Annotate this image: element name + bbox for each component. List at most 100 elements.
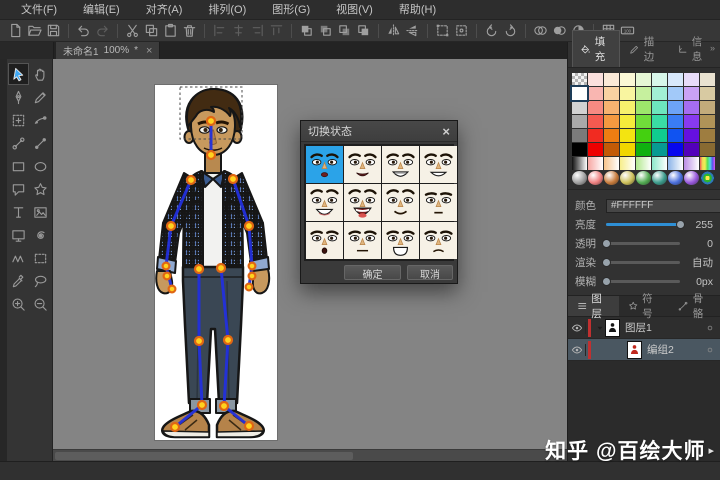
render-slider-thumb[interactable] <box>601 257 611 267</box>
color-swatch[interactable] <box>588 101 603 114</box>
mask-fill-button[interactable] <box>550 21 569 40</box>
expression-neutral[interactable] <box>306 146 343 183</box>
cut-button[interactable] <box>123 21 142 40</box>
tool-window[interactable] <box>8 224 29 246</box>
transparent-swatch[interactable] <box>572 73 587 86</box>
gradient-swatch[interactable] <box>636 157 651 170</box>
color-swatch[interactable] <box>636 129 651 142</box>
gradient-swatch[interactable] <box>652 157 667 170</box>
color-swatch[interactable] <box>604 73 619 86</box>
expression-slight-smile[interactable] <box>344 146 381 183</box>
ok-button[interactable]: 确定 <box>344 265 401 281</box>
tool-zigzag[interactable] <box>8 247 29 269</box>
layers-tab-symbols[interactable]: 符号 <box>619 293 670 320</box>
color-swatch[interactable] <box>604 115 619 128</box>
tool-star[interactable] <box>30 178 51 200</box>
horizontal-scrollbar[interactable] <box>53 449 567 461</box>
color-swatch[interactable] <box>652 115 667 128</box>
visibility-eye-icon[interactable] <box>568 343 586 356</box>
layer-row-图层1[interactable]: 图层1 <box>568 317 720 339</box>
tool-zoom-in[interactable] <box>8 293 29 315</box>
expression-shouting[interactable] <box>382 222 419 259</box>
color-swatch[interactable] <box>636 87 651 100</box>
color-swatch[interactable] <box>652 129 667 142</box>
scrollbar-thumb[interactable] <box>55 452 354 460</box>
layer-outline-circle[interactable] <box>703 323 717 333</box>
dialog-close-icon[interactable]: × <box>442 124 450 139</box>
color-swatch[interactable] <box>636 73 651 86</box>
layer-outline-circle[interactable] <box>703 345 717 355</box>
color-swatch[interactable] <box>684 87 699 100</box>
color-swatch[interactable] <box>684 115 699 128</box>
undo-button[interactable] <box>74 21 93 40</box>
gradient-swatch[interactable] <box>684 157 699 170</box>
color-swatch[interactable] <box>700 87 715 100</box>
tool-bone[interactable] <box>8 132 29 154</box>
color-swatch[interactable] <box>700 115 715 128</box>
tool-hand[interactable] <box>30 63 51 85</box>
radial-swatch[interactable] <box>620 171 635 185</box>
mask-button[interactable] <box>531 21 550 40</box>
color-swatch[interactable] <box>588 87 603 100</box>
color-swatch[interactable] <box>668 129 683 142</box>
color-swatch[interactable] <box>652 101 667 114</box>
tool-pen[interactable] <box>8 86 29 108</box>
gradient-swatch[interactable] <box>588 157 603 170</box>
color-swatch[interactable] <box>668 73 683 86</box>
panel-tab-stroke[interactable]: 描边 <box>622 31 668 67</box>
color-swatch[interactable] <box>588 73 603 86</box>
gradient-swatch[interactable] <box>572 157 587 170</box>
dialog-title-bar[interactable]: 切换状态 × <box>301 121 457 142</box>
tool-spiral[interactable] <box>30 224 51 246</box>
blur-slider[interactable] <box>601 276 680 286</box>
cancel-button[interactable]: 取消 <box>407 265 453 281</box>
opacity-slider-thumb[interactable] <box>601 238 611 248</box>
send-backward-button[interactable] <box>335 21 354 40</box>
tool-ellipse[interactable] <box>30 155 51 177</box>
tool-rectangle[interactable] <box>8 155 29 177</box>
radial-swatch[interactable] <box>652 171 667 185</box>
color-swatch[interactable] <box>604 87 619 100</box>
color-swatch[interactable] <box>620 115 635 128</box>
send-to-back-button[interactable] <box>354 21 373 40</box>
bring-to-front-button[interactable] <box>297 21 316 40</box>
tool-bind[interactable] <box>30 132 51 154</box>
tool-eyedropper[interactable] <box>8 270 29 292</box>
color-swatch[interactable] <box>652 73 667 86</box>
rotate-left-button[interactable] <box>482 21 501 40</box>
tool-callout[interactable] <box>8 178 29 200</box>
open-button[interactable] <box>25 21 44 40</box>
color-swatch[interactable] <box>684 101 699 114</box>
menu-edit[interactable]: 编辑(E) <box>70 0 133 20</box>
color-swatch[interactable] <box>700 129 715 142</box>
expression-soft-smile[interactable] <box>382 184 419 221</box>
menu-help[interactable]: 帮助(H) <box>386 0 449 20</box>
color-swatch[interactable] <box>684 73 699 86</box>
tool-zoom-out[interactable] <box>30 293 51 315</box>
color-swatch[interactable] <box>572 115 587 128</box>
color-swatch[interactable] <box>668 87 683 100</box>
tool-text[interactable] <box>8 201 29 223</box>
color-swatch[interactable] <box>636 143 651 156</box>
color-swatch[interactable] <box>620 101 635 114</box>
gradient-swatch[interactable] <box>604 157 619 170</box>
radial-swatch[interactable] <box>636 171 651 185</box>
tool-image[interactable] <box>30 201 51 223</box>
expression-big-grin[interactable] <box>382 146 419 183</box>
layers-tab-bones[interactable]: 骨骼 <box>669 293 720 320</box>
render-slider[interactable] <box>601 257 680 267</box>
expression-wide-smile[interactable] <box>420 146 457 183</box>
color-hex-input[interactable] <box>606 198 720 213</box>
menu-shape[interactable]: 图形(G) <box>259 0 323 20</box>
color-swatch[interactable] <box>572 129 587 142</box>
tool-pencil[interactable] <box>30 86 51 108</box>
color-swatch[interactable] <box>684 129 699 142</box>
delete-button[interactable] <box>180 21 199 40</box>
blur-slider-thumb[interactable] <box>601 276 611 286</box>
color-swatch[interactable] <box>620 143 635 156</box>
color-swatch[interactable] <box>668 115 683 128</box>
rainbow-radial-swatch[interactable] <box>700 171 715 185</box>
artboard[interactable] <box>155 85 277 440</box>
color-swatch[interactable] <box>604 143 619 156</box>
color-swatch[interactable] <box>620 87 635 100</box>
